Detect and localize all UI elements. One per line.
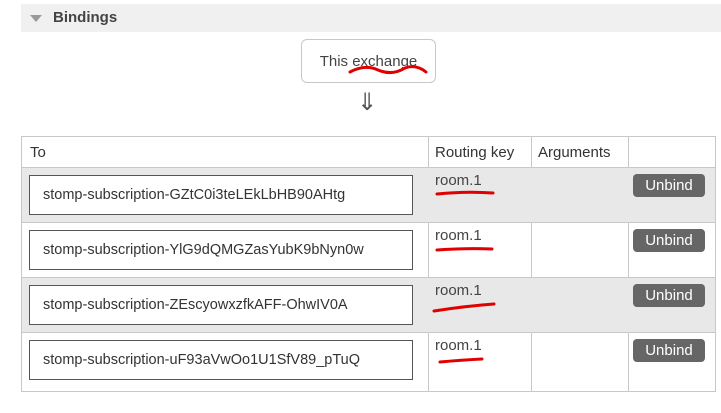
bindings-section-header[interactable]: Bindings (21, 4, 721, 32)
routing-key-value: room.1 (435, 227, 482, 244)
section-title: Bindings (53, 9, 118, 26)
destination-queue-link[interactable]: stomp-subscription-YlG9dQMGZasYubK9bNyn0… (29, 230, 413, 270)
destination-queue-link[interactable]: stomp-subscription-ZEscyowxzfkAFF-OhwIV0… (29, 285, 413, 325)
unbind-button[interactable]: Unbind (633, 174, 705, 197)
exchange-node: This exchange (301, 39, 436, 83)
table-row: stomp-subscription-GZtC0i3teLEkLbHB90AHt… (22, 167, 715, 222)
destination-queue-link[interactable]: stomp-subscription-uF93aVwOo1U1SfV89_pTu… (29, 340, 413, 380)
exchange-name: exchange (352, 53, 418, 70)
down-double-arrow-icon: ⇓ (356, 89, 378, 116)
header-routing-key: Routing key (435, 144, 515, 161)
collapse-triangle-icon[interactable] (30, 15, 42, 22)
routing-key-value: room.1 (435, 337, 482, 354)
unbind-button[interactable]: Unbind (633, 339, 705, 362)
table-row: stomp-subscription-uF93aVwOo1U1SfV89_pTu… (22, 332, 715, 387)
header-to: To (30, 144, 46, 161)
exchange-prefix: This (319, 53, 353, 70)
unbind-button[interactable]: Unbind (633, 284, 705, 307)
routing-key-value: room.1 (435, 172, 482, 189)
table-row: stomp-subscription-ZEscyowxzfkAFF-OhwIV0… (22, 277, 715, 332)
destination-queue-link[interactable]: stomp-subscription-GZtC0i3teLEkLbHB90AHt… (29, 175, 413, 215)
header-arguments: Arguments (538, 144, 611, 161)
table-row: stomp-subscription-YlG9dQMGZasYubK9bNyn0… (22, 222, 715, 277)
unbind-button[interactable]: Unbind (633, 229, 705, 252)
routing-key-value: room.1 (435, 282, 482, 299)
bindings-table: To Routing key Arguments stomp-subscript… (21, 136, 716, 392)
